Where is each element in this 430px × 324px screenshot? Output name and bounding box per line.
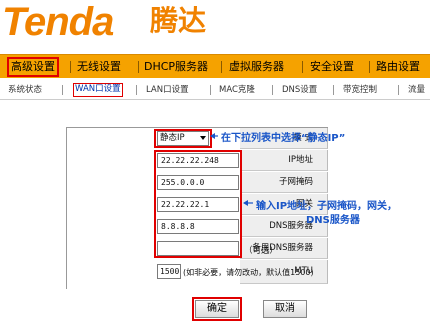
annotation-input-hint-1: 输入IP地址，子网掩码，网关， <box>256 201 398 212</box>
annotation-arrows <box>210 133 253 206</box>
ok-button[interactable]: 确定 <box>195 300 239 318</box>
annotation-select-hint: 在下拉列表中选择“静态IP” <box>221 133 346 144</box>
arrow-head-select <box>210 133 215 139</box>
arrow-head-inputs <box>243 200 248 206</box>
cancel-button[interactable]: 取消 <box>263 300 307 318</box>
annotation-input-hint-2: DNS服务器 <box>306 215 360 226</box>
